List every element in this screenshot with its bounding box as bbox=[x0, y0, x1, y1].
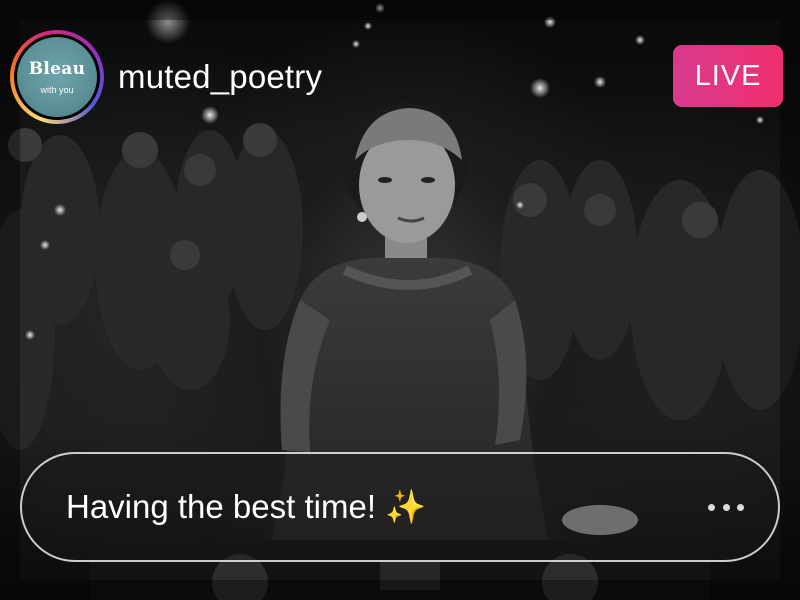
live-badge: LIVE bbox=[673, 45, 783, 107]
dot-icon bbox=[722, 503, 730, 511]
live-stream-view: Bleau with you muted_poetry LIVE Having … bbox=[0, 0, 800, 600]
comment-text: Having the best time! ✨ bbox=[66, 488, 427, 525]
more-dots-icon[interactable] bbox=[708, 498, 744, 516]
comment-bar[interactable]: Having the best time! ✨ bbox=[20, 452, 780, 562]
avatar-brand-logo: Bleau bbox=[28, 59, 86, 79]
avatar-image: Bleau with you bbox=[17, 37, 97, 117]
avatar-tagline: with you bbox=[40, 85, 74, 95]
username-label[interactable]: muted_poetry bbox=[118, 58, 322, 96]
avatar[interactable]: Bleau with you bbox=[14, 34, 100, 120]
dot-icon bbox=[737, 503, 744, 511]
dot-icon bbox=[708, 503, 715, 511]
profile-avatar-ring[interactable]: Bleau with you bbox=[10, 30, 104, 124]
